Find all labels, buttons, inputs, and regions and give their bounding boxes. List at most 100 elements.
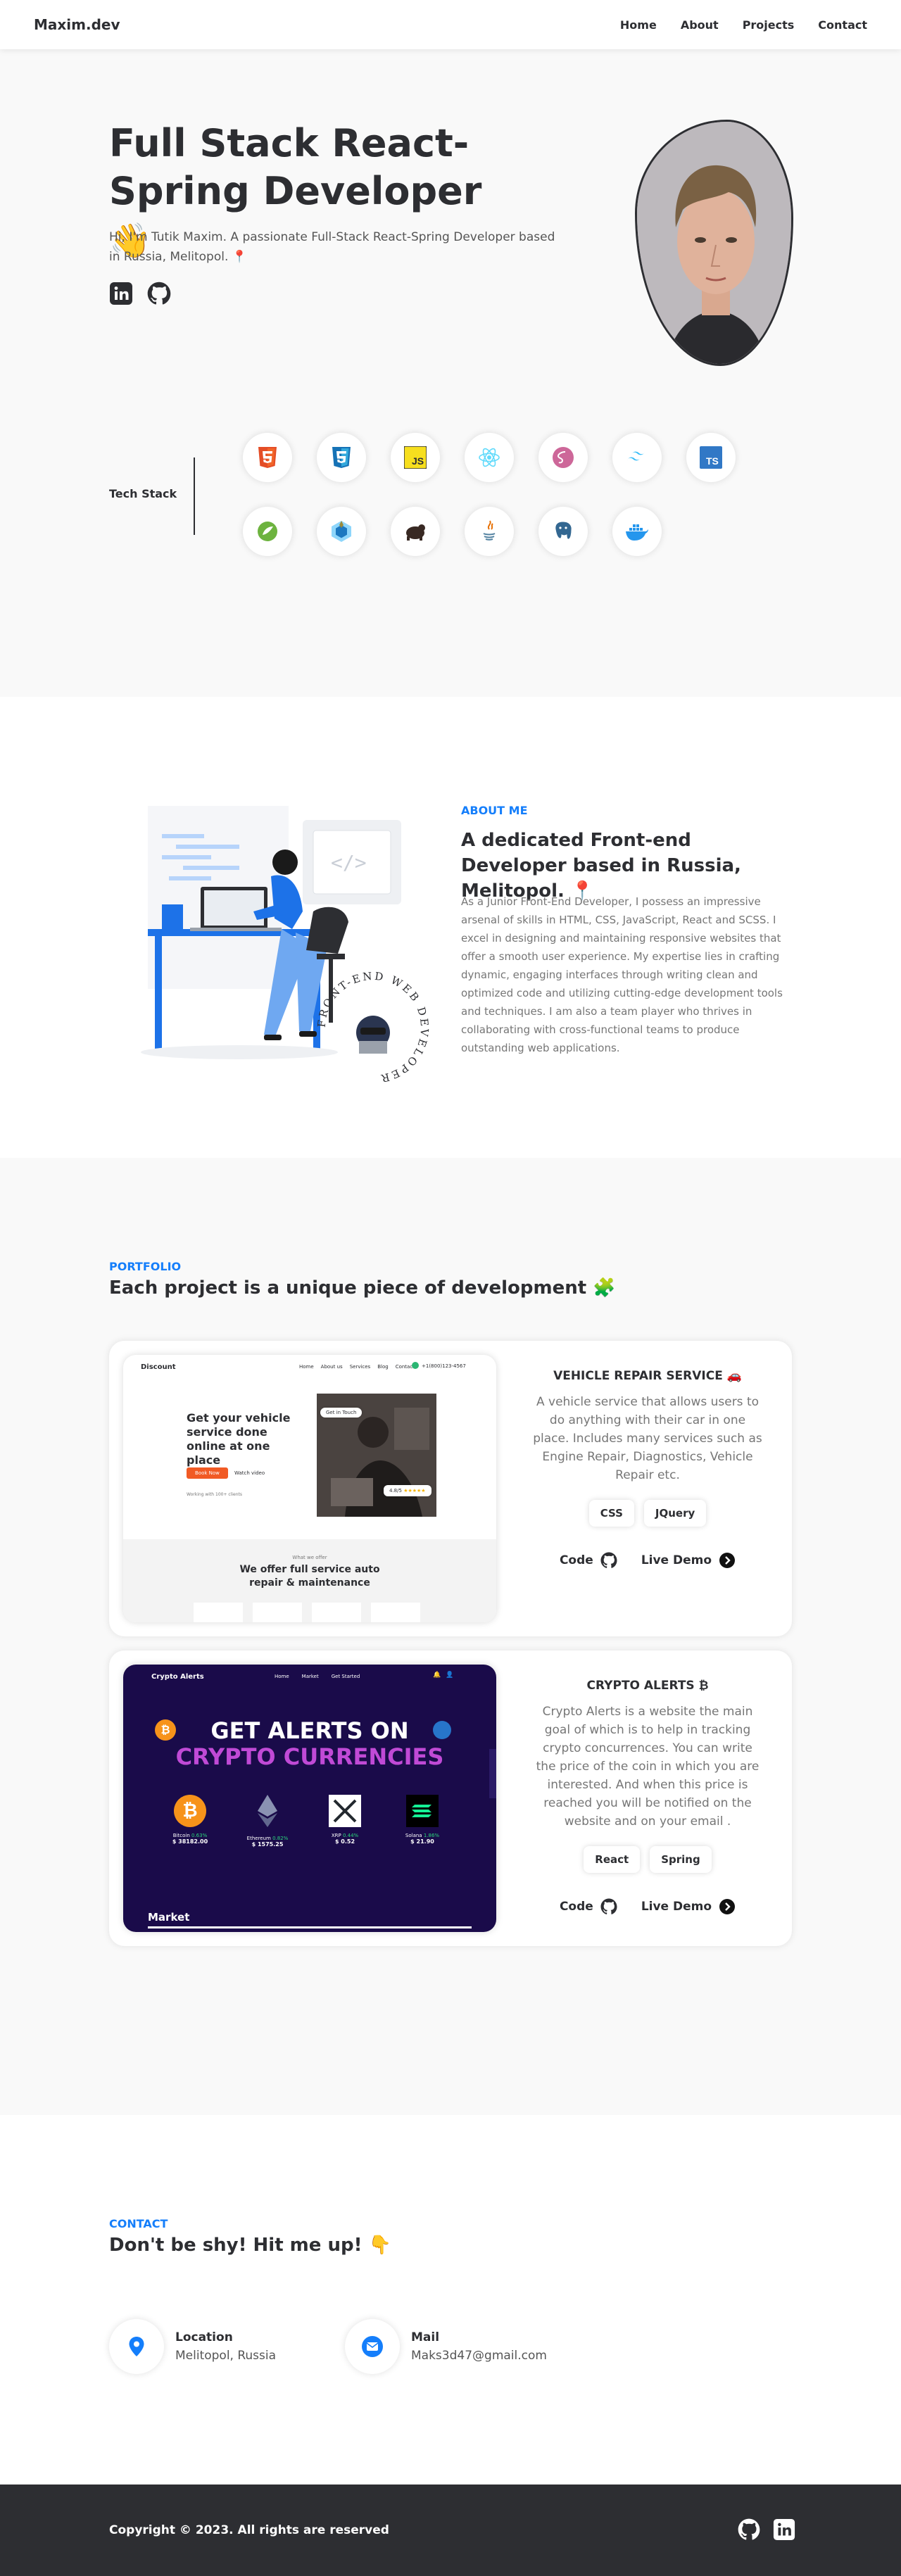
pin-icon: 📍 (232, 250, 247, 264)
code-link-label: Code (559, 1553, 593, 1567)
project-card-crypto-alerts: Crypto Alerts Home Market Get Started 🔔 … (109, 1650, 792, 1946)
star-icons: ★★★★★ (403, 1488, 426, 1494)
tag-css: CSS (588, 1500, 634, 1527)
contact-title-text: Don't be shy! Hit me up! (109, 2235, 363, 2256)
dbeaver-icon: Dbeaver (391, 507, 440, 556)
coin-price: $ 38182.00 (172, 1838, 208, 1845)
preview-menu-item: Home (299, 1364, 314, 1370)
about-label: ABOUT ME (461, 804, 528, 817)
webpack-icon: Webpack (317, 507, 366, 556)
nav-link-home[interactable]: Home (620, 18, 657, 32)
tech-name-html5: HTML5 (243, 433, 244, 434)
javascript-icon: JavaScript JS (391, 433, 440, 482)
coin-card-xrp: XRP 0.44% $ 0.52 (324, 1795, 366, 1845)
preview-divider (148, 1926, 472, 1928)
preview-rating: 4.8/5 ★★★★★ (384, 1485, 431, 1496)
nav-link-about[interactable]: About (681, 18, 719, 32)
preview-heading-2: CRYPTO CURRENCIES (175, 1743, 444, 1770)
project-links: Code Live Demo (531, 1552, 764, 1569)
preview-rating-value: 4.8/5 (389, 1488, 402, 1494)
preview-service-cards (194, 1603, 420, 1622)
coin-name: XRP (331, 1833, 341, 1838)
preview-menu-item: About us (320, 1364, 343, 1370)
mail-icon (345, 2319, 400, 2374)
hero-section: Full Stack React-Spring Developer 👋 Hi, … (0, 49, 901, 697)
about-section: </> FRONT-END WEB DEVELOPER ABOUT ME A d… (0, 697, 901, 1158)
contact-location-title: Location (175, 2330, 233, 2344)
developer-illustration: </> FRONT-END WEB DEVELOPER (134, 806, 443, 1087)
github-icon (600, 1552, 617, 1568)
github-icon (600, 1898, 617, 1914)
project-title-text: VEHICLE REPAIR SERVICE (553, 1369, 723, 1383)
ethereum-icon (258, 1795, 277, 1827)
coin-float-icon (433, 1721, 451, 1739)
postgresql-icon: PostgreSQL (538, 507, 588, 556)
bell-icon: 🔔 (433, 1672, 441, 1679)
code-link-label: Code (559, 1900, 593, 1914)
copyright-text: Copyright © 2023. All rights are reserve… (109, 2523, 389, 2537)
preview-video: Watch video (234, 1470, 265, 1476)
nav-menu: Home About Projects Contact (620, 18, 867, 32)
css3-icon: CSS3 (317, 433, 366, 482)
tech-name-tailwind: Tailwind (612, 433, 613, 434)
preview-menu-item: Get Started (331, 1674, 360, 1679)
tag-react: React (584, 1846, 641, 1873)
project-screenshot-vehicle[interactable]: Discount Home About us Services Blog Con… (123, 1355, 496, 1622)
solana-icon (406, 1795, 439, 1827)
hero-intro-text: Hi, I'm Tutik Maxim. A passionate Full-S… (109, 230, 555, 264)
arrow-right-circle-icon (719, 1899, 736, 1914)
coin-change: 0.82% (272, 1836, 289, 1841)
portfolio-title-text: Each project is a unique piece of develo… (109, 1277, 587, 1299)
map-pin-icon (109, 2319, 164, 2374)
xrp-icon (329, 1795, 361, 1827)
tech-name-sass: Sass (538, 433, 539, 434)
about-text: As a Junior Front-End Developer, I posse… (461, 895, 783, 1054)
code-link[interactable]: Code (560, 1552, 617, 1569)
phone-icon (412, 1362, 419, 1369)
java-icon: Java (465, 507, 514, 556)
contact-mail: Mail Maks3d47@gmail.com (345, 2319, 547, 2374)
nav-link-contact[interactable]: Contact (818, 18, 867, 32)
side-toolbar (489, 1749, 496, 1798)
contact-mail-value[interactable]: Maks3d47@gmail.com (411, 2349, 547, 2363)
project-screenshot-crypto[interactable]: Crypto Alerts Home Market Get Started 🔔 … (123, 1665, 496, 1932)
linkedin-icon[interactable] (109, 282, 133, 305)
footer: Copyright © 2023. All rights are reserve… (0, 2485, 901, 2576)
preview-menu-item: Services (349, 1364, 371, 1370)
html5-icon: HTML5 (243, 433, 292, 482)
preview-services-band: What we offer We offer full service auto… (123, 1539, 496, 1622)
tag-spring: Spring (650, 1846, 712, 1873)
coin-name: Bitcoin (172, 1833, 190, 1838)
coin-change: 0.44% (342, 1833, 359, 1838)
hero-intro: Hi, I'm Tutik Maxim. A passionate Full-S… (109, 227, 567, 267)
spring-icon: Spring (243, 507, 292, 556)
tailwind-icon: Tailwind (612, 433, 662, 482)
project-description: Crypto Alerts is a website the main goal… (536, 1705, 760, 1829)
preview-menu-item: Blog (377, 1364, 389, 1370)
nav-link-projects[interactable]: Projects (743, 18, 795, 32)
project-description: A vehicle service that allows users to d… (533, 1395, 762, 1482)
project-tags: CSS JQuery (531, 1500, 764, 1527)
typescript-icon: TypeScript TS (686, 433, 736, 482)
github-icon[interactable] (147, 282, 171, 305)
preview-caption: What we offer (292, 1555, 327, 1560)
tech-name-typescript: TypeScript (686, 433, 687, 434)
svg-text:JS: JS (412, 455, 424, 467)
preview-menu: Home About us Services Blog Contact (299, 1364, 415, 1370)
bitcoin-float-icon: ₿ (155, 1719, 176, 1741)
coin-name: Ethereum (246, 1836, 271, 1841)
contact-label: CONTACT (109, 2217, 168, 2230)
portfolio-title: Each project is a unique piece of develo… (109, 1277, 616, 1299)
about-title-text: A dedicated Front-end Developer based in… (461, 830, 741, 902)
live-demo-link[interactable]: Live Demo (641, 1552, 736, 1569)
social-links (109, 282, 171, 305)
brand-logo[interactable]: Maxim.dev (34, 16, 120, 33)
coin-card-ethereum: Ethereum 0.82% $ 1575.25 (246, 1795, 289, 1848)
live-demo-label: Live Demo (641, 1553, 712, 1567)
live-demo-link[interactable]: Live Demo (641, 1898, 736, 1915)
puzzle-icon: 🧩 (593, 1277, 616, 1299)
preview-menu-item: Home (275, 1674, 289, 1679)
code-link[interactable]: Code (560, 1898, 617, 1915)
preview-menu-item: Market (301, 1674, 319, 1679)
preview-stat: Working with 100+ clients (187, 1492, 243, 1497)
